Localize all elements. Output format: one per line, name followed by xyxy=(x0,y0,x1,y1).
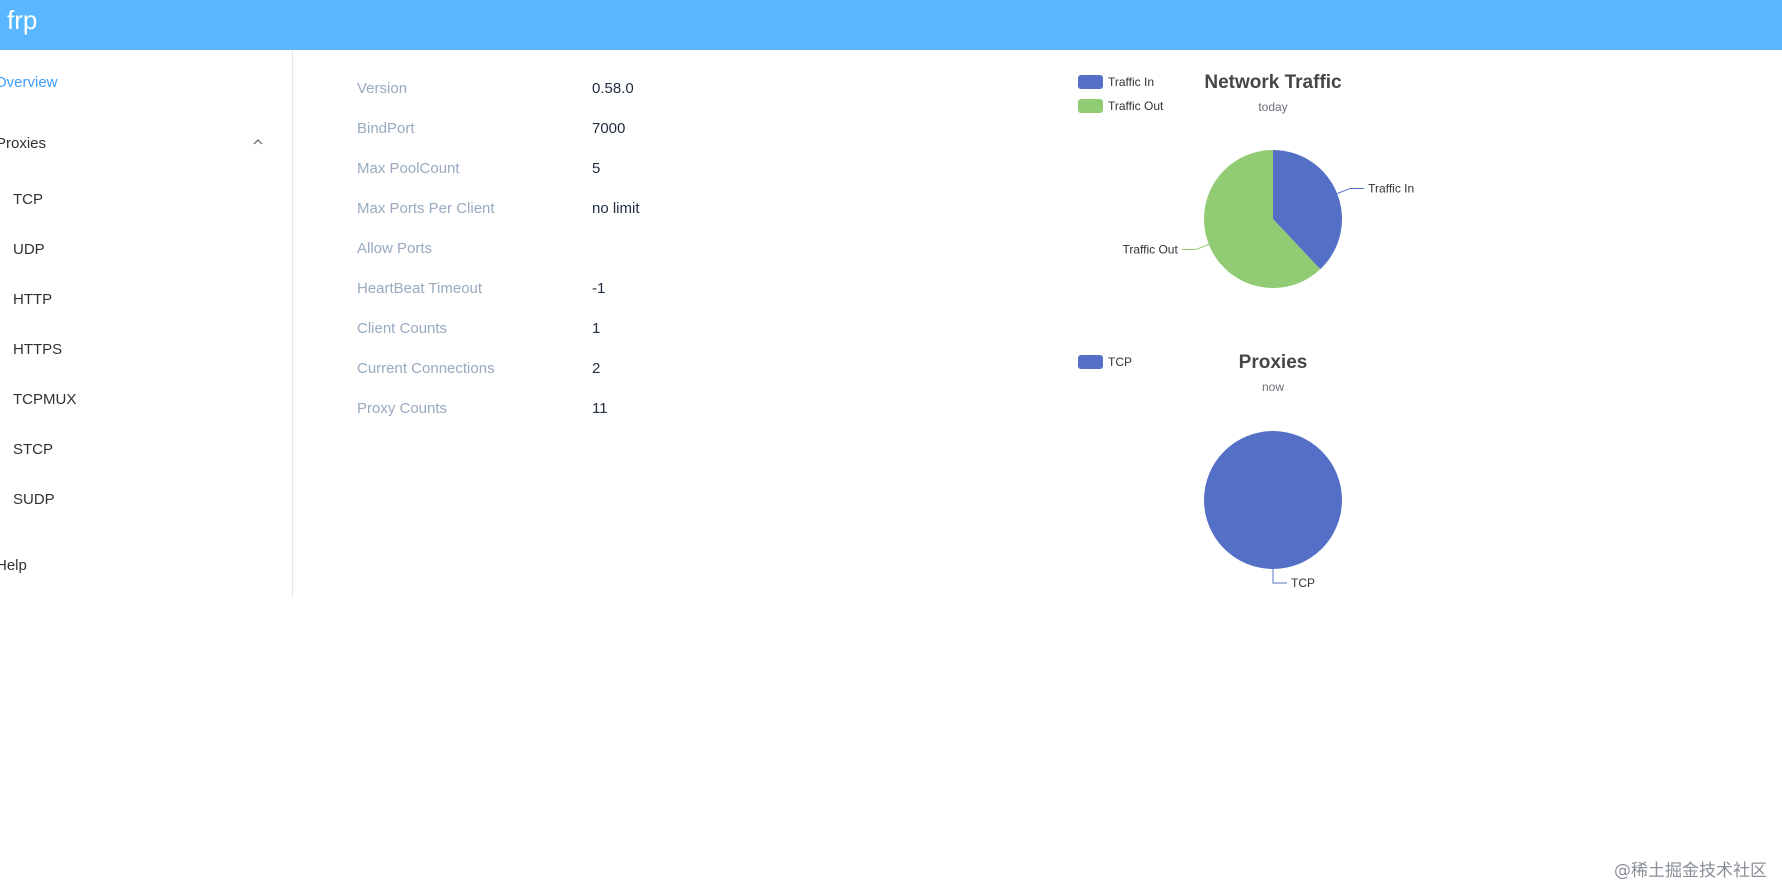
pie-label-line xyxy=(1272,569,1287,584)
legend-label: Traffic In xyxy=(1108,75,1154,89)
pie-label: Traffic Out xyxy=(1122,243,1178,257)
pie-slice xyxy=(1204,431,1342,569)
chart-title: Network Traffic xyxy=(1204,72,1342,93)
page: frp Overview Proxies TCP UDP HTTP HTTPS … xyxy=(0,0,1782,885)
legend-label: TCP xyxy=(1108,355,1132,369)
legend-label: Traffic Out xyxy=(1108,99,1164,113)
legend-swatch xyxy=(1078,99,1103,113)
chart-title: Proxies xyxy=(1239,352,1308,373)
pie-label: TCP xyxy=(1291,576,1315,590)
pie-label-line xyxy=(1181,243,1210,251)
pie-label: Traffic In xyxy=(1368,181,1414,195)
pie-label-line xyxy=(1336,187,1365,195)
watermark: @稀土掘金技术社区 xyxy=(1614,861,1767,881)
chart-subtitle: today xyxy=(1258,100,1287,114)
legend-swatch xyxy=(1078,75,1103,89)
legend-swatch xyxy=(1078,355,1103,369)
chart-subtitle: now xyxy=(1262,380,1284,394)
charts-canvas: Network Traffic today Traffic In Traffic Ou… xyxy=(1078,72,1414,590)
